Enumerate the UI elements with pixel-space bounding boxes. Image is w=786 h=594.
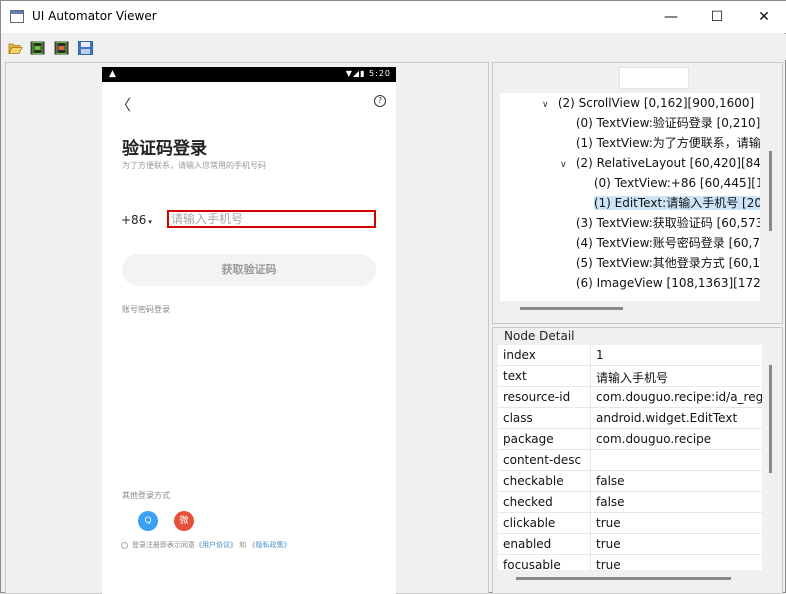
detail-horizontal-scrollbar[interactable] [516, 577, 731, 580]
save-icon[interactable] [78, 41, 93, 55]
tree-node-label: (5) TextView:其他登录方式 [60,12 [575, 256, 760, 270]
tree-node[interactable]: (4) TextView:账号密码登录 [60,72 [560, 233, 760, 253]
user-agreement-link[interactable]: 《用户协议》 [195, 541, 237, 549]
tree-node-label: (6) ImageView [108,1363][172,1 [575, 276, 760, 290]
detail-key: checkable [503, 474, 564, 488]
detail-row[interactable]: clickable true [498, 513, 762, 534]
phone-number-input[interactable]: 请输入手机号 [167, 210, 376, 228]
tree-node[interactable]: (1) TextView:为了方便联系，请输 [560, 133, 760, 153]
tree-node-label: (2) RelativeLayout [60,420][840, [575, 156, 760, 170]
detail-value: true [596, 558, 621, 570]
tree-vertical-scrollbar[interactable] [769, 151, 772, 231]
tree-node[interactable]: (3) TextView:获取验证码 [60,573] [560, 213, 760, 233]
status-bar: ▲ ▼◢▮ 5:20 [102, 67, 396, 82]
tree-node[interactable]: (6) ImageView [108,1363][172,1 [560, 273, 760, 293]
tree-node-label: (4) TextView:账号密码登录 [60,72 [575, 236, 760, 250]
detail-row[interactable]: class android.widget.EditText [498, 408, 762, 429]
agreement-and: 和 [239, 541, 247, 549]
agreement-prefix: 登录注册即表示同意 [132, 541, 195, 549]
detail-key: package [503, 432, 554, 446]
tree-node-label: (3) TextView:获取验证码 [60,573] [575, 216, 760, 230]
detail-value: false [596, 474, 625, 488]
dropdown-arrow-icon: ▾ [148, 218, 152, 226]
qq-login-icon[interactable]: Q [138, 511, 158, 531]
device-screenshot-icon[interactable] [30, 41, 45, 55]
weibo-login-icon[interactable]: 微 [174, 511, 194, 531]
tree-node[interactable]: (5) TextView:其他登录方式 [60,12 [560, 253, 760, 273]
get-code-button[interactable]: 获取验证码 [122, 254, 376, 286]
close-button[interactable]: ✕ [741, 1, 786, 33]
title-bar[interactable]: UI Automator Viewer — ☐ ✕ [1, 1, 786, 33]
tree-node[interactable]: ∨ (2) ScrollView [0,162][900,1600] [542, 93, 754, 113]
tree-node[interactable]: (0) TextView:+86 [60,445][15 [578, 173, 760, 193]
detail-key: index [503, 348, 536, 362]
detail-vertical-scrollbar[interactable] [769, 365, 772, 473]
device-screenshot-compressed-icon[interactable] [54, 41, 69, 55]
detail-key: clickable [503, 516, 556, 530]
warning-icon: ▲ [109, 69, 116, 79]
detail-value: true [596, 537, 621, 551]
maximize-button[interactable]: ☐ [694, 1, 740, 33]
login-subheading: 为了方便联系，请输入您常用的手机号码 [122, 161, 266, 170]
help-icon[interactable]: ? [374, 95, 386, 107]
status-indicators: ▼◢▮ 5:20 [345, 69, 391, 78]
toolbar [1, 34, 786, 60]
detail-row[interactable]: checked false [498, 492, 762, 513]
login-heading: 验证码登录 [122, 139, 207, 159]
detail-value: 请输入手机号 [596, 371, 669, 385]
tree-node[interactable]: ∨ (2) RelativeLayout [60,420][840, [560, 153, 760, 173]
node-detail-title: Node Detail [501, 329, 578, 343]
detail-row[interactable]: resource-id com.douguo.recipe:id/a_reg [498, 387, 762, 408]
tree-node-label: (0) TextView:+86 [60,445][15 [593, 176, 760, 190]
detail-value: false [596, 495, 625, 509]
open-folder-icon[interactable] [8, 41, 23, 55]
tree-horizontal-scrollbar[interactable] [520, 307, 623, 310]
node-detail-table: index 1 text 请输入手机号 resource-id com.douguo.re… [498, 345, 762, 570]
detail-key: enabled [503, 537, 552, 551]
tree-node[interactable]: (1) EditText:请输入手机号 [20 [578, 193, 760, 213]
detail-key: checked [503, 495, 553, 509]
app-window-icon [10, 10, 24, 23]
detail-row[interactable]: content-desc [498, 450, 762, 471]
detail-key: text [503, 369, 527, 383]
detail-value: android.widget.EditText [596, 411, 738, 425]
back-arrow-icon[interactable]: 〈 [116, 94, 131, 115]
detail-key: content-desc [503, 453, 582, 467]
collapse-toggle-icon[interactable]: ∨ [560, 155, 572, 175]
detail-key: class [503, 411, 533, 425]
hierarchy-filter-input[interactable] [619, 67, 689, 89]
detail-value: com.douguo.recipe [596, 432, 712, 446]
tree-node-label: (1) TextView:为了方便联系，请输 [575, 136, 760, 150]
other-login-label: 其他登录方式 [122, 491, 170, 500]
detail-value: com.douguo.recipe:id/a_reg [596, 390, 762, 404]
minimize-button[interactable]: — [648, 1, 694, 33]
country-code-selector[interactable]: +86 ▾ [121, 213, 152, 227]
detail-value: true [596, 516, 621, 530]
tree-node[interactable]: (0) TextView:验证码登录 [0,210][ [560, 113, 760, 133]
tree-node-label: (1) EditText:请输入手机号 [20 [593, 196, 760, 210]
device-screen[interactable]: ▲ ▼◢▮ 5:20 〈 ? 验证码登录 为了方便联系，请输入您常用的手机号码 … [102, 67, 396, 594]
detail-key: focusable [503, 558, 561, 570]
detail-row[interactable]: focusable true [498, 555, 762, 570]
detail-row[interactable]: checkable false [498, 471, 762, 492]
detail-key: resource-id [503, 390, 571, 404]
detail-row[interactable]: text 请输入手机号 [498, 366, 762, 387]
agreement-text: 登录注册即表示同意《用户协议》 和 《隐私政策》 [121, 540, 290, 550]
tree-node-label: (2) ScrollView [0,162][900,1600] [557, 96, 755, 110]
collapse-toggle-icon[interactable]: ∨ [542, 95, 554, 115]
privacy-policy-link[interactable]: 《隐私政策》 [248, 541, 290, 549]
detail-value: 1 [596, 348, 604, 362]
country-code-label: +86 [121, 213, 147, 227]
app-window: UI Automator Viewer — ☐ ✕ ▲ ▼◢▮ 5:20 〈 ?… [0, 0, 786, 594]
detail-row[interactable]: package com.douguo.recipe [498, 429, 762, 450]
detail-row[interactable]: enabled true [498, 534, 762, 555]
tree-node-label: (0) TextView:验证码登录 [0,210][ [575, 116, 760, 130]
password-login-link[interactable]: 账号密码登录 [122, 304, 170, 315]
window-title: UI Automator Viewer [32, 9, 157, 23]
hierarchy-tree[interactable]: ∨ (2) ScrollView [0,162][900,1600] (0) T… [500, 93, 760, 301]
detail-row[interactable]: index 1 [498, 345, 762, 366]
agreement-radio[interactable] [121, 541, 128, 549]
